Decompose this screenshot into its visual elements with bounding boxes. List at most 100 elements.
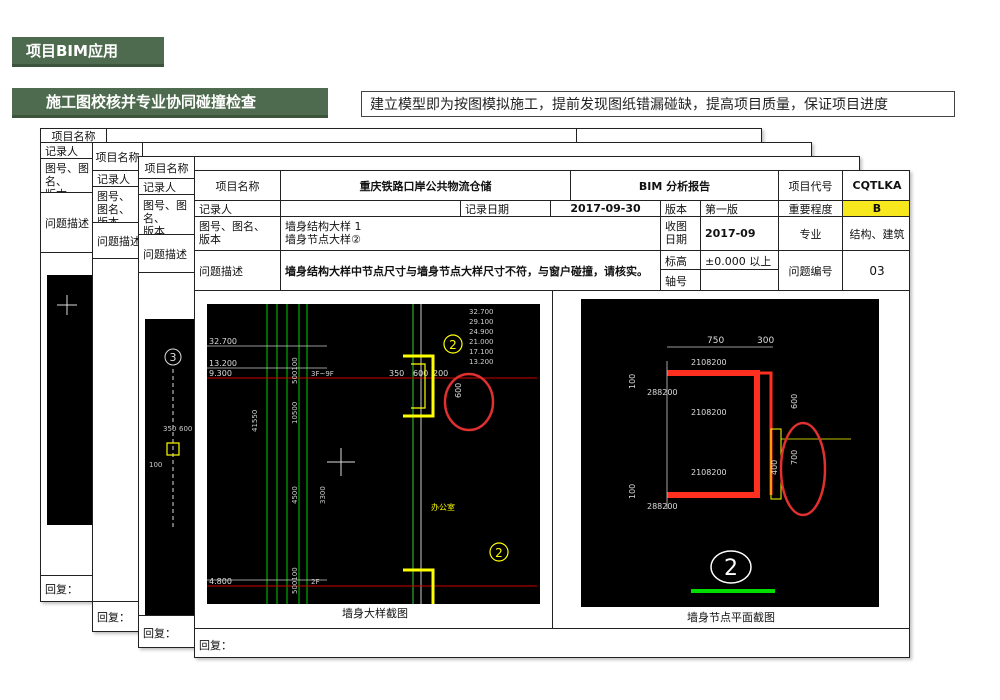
svg-text:600: 600	[790, 394, 799, 409]
recorder-label: 记录人	[139, 179, 195, 194]
header-row: 项目名称	[41, 129, 761, 143]
svg-text:32.700: 32.700	[209, 337, 237, 346]
drawing-label-1: 图号、图名、	[199, 220, 265, 233]
elevation-value: ±0.000 以上	[705, 255, 772, 268]
discipline-label: 专业	[779, 217, 843, 250]
svg-text:350: 350	[163, 425, 176, 433]
svg-text:100: 100	[628, 374, 637, 389]
record-date-label: 记录日期	[461, 201, 551, 216]
header-row: 项目名称 重庆铁路口岸公共物流仓储 BIM 分析报告 项目代号 CQTLKA	[195, 171, 909, 201]
reply-label: 回复：	[143, 627, 176, 640]
issue-desc-label: 问题描述	[195, 251, 281, 290]
received-date-label-1: 收图	[665, 220, 687, 233]
subsection-title: 施工图校核并专业协同碰撞检查	[12, 88, 328, 118]
record-date-value: 2017-09-30	[551, 201, 661, 216]
issue-desc-label: 问题描述	[139, 235, 195, 272]
cad-wall-section-drawing: 32.700 13.200 9.300 4.800 41550 4500 105…	[207, 304, 540, 604]
svg-text:2: 2	[449, 338, 457, 352]
crosshair-icon	[57, 295, 77, 315]
svg-text:300: 300	[757, 336, 774, 346]
svg-text:2108200: 2108200	[691, 358, 727, 367]
reply-label: 回复：	[97, 611, 130, 624]
reply-label: 回复：	[45, 583, 78, 596]
cad-thumbnail	[47, 275, 93, 525]
recorder-label: 记录人	[195, 201, 281, 216]
svg-text:9.300: 9.300	[209, 369, 232, 378]
description-box: 建立模型即为按图模拟施工，提前发现图纸错漏碰缺，提高项目质量，保证项目进度	[361, 91, 955, 117]
svg-text:500100: 500100	[291, 567, 299, 594]
received-date-label-2: 日期	[665, 233, 687, 246]
svg-text:600: 600	[179, 425, 192, 433]
svg-text:32.700: 32.700	[469, 308, 494, 316]
svg-text:350: 350	[389, 369, 404, 378]
svg-text:100: 100	[149, 461, 162, 469]
svg-text:600: 600	[454, 383, 463, 398]
svg-text:13.200: 13.200	[469, 358, 494, 366]
clash-markup-circle	[779, 421, 827, 517]
recorder-label: 记录人	[93, 171, 143, 186]
axis-label: 轴号	[661, 270, 701, 290]
svg-text:700: 700	[790, 450, 799, 465]
svg-text:750: 750	[707, 336, 724, 346]
svg-text:24.900: 24.900	[469, 328, 494, 336]
cad-thumbnail: 3 350 600 100	[145, 319, 195, 615]
project-name-label: 项目名称	[41, 129, 107, 142]
project-name-value: 重庆铁路口岸公共物流仓储	[281, 171, 571, 200]
svg-text:29.100: 29.100	[469, 318, 494, 326]
elevation-label: 标高	[661, 251, 701, 269]
svg-text:41550: 41550	[251, 410, 259, 432]
caption-right: 墙身节点平面截图	[687, 611, 775, 624]
recorder-value	[281, 201, 461, 216]
axis-value	[701, 270, 709, 290]
svg-text:2F: 2F	[311, 578, 319, 586]
svg-text:2: 2	[724, 556, 738, 581]
svg-text:200: 200	[433, 369, 448, 378]
svg-text:13.200: 13.200	[209, 359, 237, 368]
svg-text:17.100: 17.100	[469, 348, 494, 356]
importance-label: 重要程度	[779, 201, 843, 216]
project-code-label: 项目代号	[779, 171, 843, 200]
svg-text:4500: 4500	[291, 486, 299, 504]
svg-text:2: 2	[495, 546, 503, 560]
svg-text:600: 600	[413, 369, 428, 378]
svg-text:2108200: 2108200	[691, 408, 727, 417]
importance-value: B	[843, 201, 909, 216]
issue-desc-label: 问题描述	[93, 223, 143, 258]
issue-no-label: 问题编号	[779, 251, 843, 290]
issue-desc-value: 墙身结构大样中节点尺寸与墙身节点大样尺寸不符，与窗户碰撞，请核实。	[281, 251, 661, 290]
svg-text:500100: 500100	[291, 357, 299, 384]
cad-wall-node-plan-drawing: 750 300 2108200 288200 2108200 2108200 2…	[581, 299, 879, 607]
project-name-label: 项目名称	[139, 157, 195, 178]
svg-text:2108200: 2108200	[691, 468, 727, 477]
drawing-label-2: 版本	[97, 216, 138, 222]
report-title: BIM 分析报告	[571, 171, 779, 200]
section-title: 项目BIM应用	[12, 37, 164, 67]
caption-left: 墙身大样截图	[342, 607, 408, 620]
project-code-value: CQTLKA	[852, 179, 902, 192]
report-sheet-front: 项目名称 重庆铁路口岸公共物流仓储 BIM 分析报告 项目代号 CQTLKA 记…	[194, 170, 910, 658]
version-value: 第一版	[701, 201, 779, 216]
svg-text:3300: 3300	[319, 486, 327, 504]
discipline-value: 结构、建筑	[849, 227, 905, 241]
version-label: 版本	[661, 201, 701, 216]
clash-markup-circle	[443, 372, 495, 432]
drawing-2: 墙身节点大样②	[285, 233, 361, 246]
svg-text:4.800: 4.800	[209, 577, 232, 586]
drawing-label-1: 图号、图名、	[143, 199, 187, 225]
project-name-label: 项目名称	[93, 143, 143, 170]
svg-text:10500: 10500	[291, 402, 299, 424]
svg-text:3F~9F: 3F~9F	[311, 370, 334, 378]
svg-text:办公室: 办公室	[431, 502, 455, 512]
description-text: 建立模型即为按图模拟施工，提前发现图纸错漏碰缺，提高项目质量，保证项目进度	[370, 97, 888, 113]
svg-text:21.000: 21.000	[469, 338, 494, 346]
drawing-label-1: 图号、图名、	[97, 190, 130, 216]
drawing-1: 墙身结构大样 1	[285, 220, 362, 233]
drawing-label-2: 版本	[199, 233, 221, 246]
svg-text:100: 100	[628, 484, 637, 499]
reply-label: 回复：	[199, 639, 232, 652]
issue-no-value: 03	[869, 263, 885, 278]
svg-text:288200: 288200	[647, 388, 678, 397]
received-date-value: 2017-09	[701, 217, 779, 250]
project-name-label: 项目名称	[195, 171, 281, 200]
svg-text:288200: 288200	[647, 502, 678, 511]
